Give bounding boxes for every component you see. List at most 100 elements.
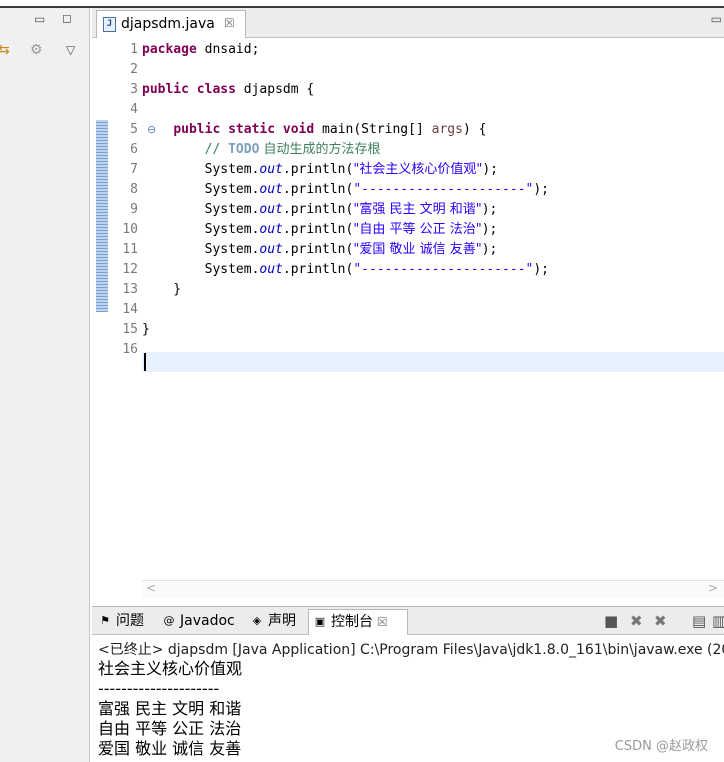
left-view-panel: ▭ ◻ ⇆ ⚙ ▽ — [0, 8, 90, 762]
code-line[interactable]: System.out.println("爱国 敬业 诚信 友善"); — [142, 240, 498, 260]
link-editor-icon[interactable]: ⇆ — [0, 42, 10, 58]
remove-all-icon[interactable]: ✖ — [654, 613, 667, 629]
code-token: ); — [481, 202, 498, 217]
current-line-highlight — [142, 352, 724, 372]
code-line[interactable]: System.out.println("社会主义核心价值观"); — [142, 160, 498, 180]
tab-djapsdm-java[interactable]: J djapsdm.java ☒ — [96, 10, 246, 38]
maximize-icon[interactable]: ◻ — [62, 11, 72, 25]
code-token: "富强 民主 文明 和谐" — [353, 202, 482, 217]
line-number: 4 — [130, 102, 138, 117]
java-editor: J djapsdm.java ☒ ▭ 1 2 3 4 5 6 7 8 9 10 11 12 13 14 15… — [92, 8, 724, 602]
scroll-lock-icon[interactable]: ▥ — [712, 613, 724, 629]
line-number: 6 — [130, 142, 138, 157]
code-line[interactable]: // TODO 自动生成的方法存根 — [142, 140, 381, 160]
code-token: System. — [142, 202, 260, 217]
code-token: djapsdm { — [235, 82, 315, 97]
code-token: .println( — [282, 262, 354, 277]
minimize-icon[interactable]: ▭ — [34, 12, 45, 26]
console-output-line: 自由 平等 公正 法治 — [98, 719, 242, 738]
panel-tab-label: 控制台 — [331, 614, 373, 630]
panel-tab-label: 声明 — [268, 613, 296, 629]
code-token: out — [259, 222, 283, 237]
close-icon[interactable]: ☒ — [224, 16, 235, 30]
code-token: out — [259, 242, 283, 257]
panel-tab[interactable]: @ Javadoc — [158, 609, 242, 635]
text-caret — [144, 353, 146, 371]
code-token: out — [259, 262, 283, 277]
console-output-line: 社会主义核心价值观 — [98, 659, 243, 678]
code-token: System. — [142, 162, 260, 177]
code-token: .println( — [282, 162, 354, 177]
filter-icon[interactable]: ⚙ — [30, 42, 43, 58]
code-token: .println( — [282, 202, 354, 217]
line-number: 8 — [130, 182, 138, 197]
change-marker[interactable] — [96, 120, 108, 312]
code-line[interactable]: public static void main(String[] args) { — [142, 120, 486, 140]
panel-tab[interactable]: ▣ 控制台 ☒ — [308, 609, 408, 635]
panel-tab[interactable]: ⚑ 问题 — [94, 609, 154, 635]
line-number: 12 — [122, 262, 138, 277]
line-number: 9 — [130, 202, 138, 217]
code-token: out — [259, 202, 283, 217]
code-line[interactable]: System.out.println("--------------------… — [142, 260, 549, 280]
scroll-left-icon[interactable]: < — [146, 581, 156, 595]
line-number-gutter: 1 2 3 4 5 6 7 8 9 10 11 12 13 14 15 16 ⊖ — [110, 38, 156, 586]
code-token: ); — [481, 242, 498, 257]
line-number: 14 — [122, 302, 138, 317]
code-token: 自动生成的方法存根 — [259, 142, 381, 157]
code-line[interactable]: public class djapsdm { — [142, 80, 314, 100]
console-icon: ▣ — [314, 615, 326, 628]
code-line[interactable]: } — [142, 280, 181, 300]
stop-icon[interactable]: ■ — [604, 613, 618, 629]
view-menu-icon[interactable]: ▽ — [66, 43, 75, 57]
code-token: ); — [533, 182, 550, 197]
line-number: 11 — [122, 242, 138, 257]
code-token: System. — [142, 182, 260, 197]
at-icon: @ — [163, 614, 175, 627]
minimize-icon[interactable]: ▭ — [711, 12, 722, 26]
problems-icon: ⚑ — [100, 614, 110, 627]
code-token: System. — [142, 222, 260, 237]
remove-launch-icon[interactable]: ✖ — [630, 613, 643, 629]
horizontal-scrollbar[interactable]: < > — [142, 580, 724, 598]
code-token: main(String[] — [314, 122, 432, 137]
code-token: dnsaid; — [196, 42, 260, 57]
code-token: ); — [533, 262, 550, 277]
code-token: void — [282, 122, 315, 137]
code-token: .println( — [282, 182, 354, 197]
line-number: 5 — [130, 122, 138, 137]
watermark: CSDN @赵政权 — [614, 739, 708, 754]
scroll-right-icon[interactable]: > — [708, 581, 718, 595]
code-area[interactable]: package dnsaid; public class djapsdm { pu… — [142, 38, 724, 586]
code-line[interactable]: System.out.println("--------------------… — [142, 180, 549, 200]
code-line[interactable]: } — [142, 320, 150, 340]
panel-tab-bar: ■ ✖ ✖ ▤ ▥ ⚑ 问题 @ Javadoc ◈ 声明 ▣ 控制台 ☒ — [92, 607, 724, 635]
declaration-icon: ◈ — [252, 614, 262, 627]
line-number: 2 — [130, 62, 138, 77]
code-token: out — [259, 182, 283, 197]
clear-console-icon[interactable]: ▤ — [692, 613, 706, 629]
code-line[interactable]: package dnsaid; — [142, 40, 259, 60]
line-number: 15 — [122, 322, 138, 337]
code-line[interactable]: System.out.println("自由 平等 公正 法治"); — [142, 220, 498, 240]
console-output-line: --------------------- — [98, 679, 220, 698]
code-token: "---------------------" — [353, 262, 534, 277]
code-token: } — [142, 282, 182, 297]
code-token: System. — [142, 242, 260, 257]
panel-tab[interactable]: ◈ 声明 — [246, 609, 304, 635]
panel-tab-label: 问题 — [116, 613, 144, 629]
code-token: public — [173, 122, 221, 137]
code-token: package — [142, 42, 197, 57]
code-line[interactable]: System.out.println("富强 民主 文明 和谐"); — [142, 200, 498, 220]
panel-tab-label: Javadoc — [180, 613, 235, 629]
code-token: .println( — [282, 222, 354, 237]
code-token: args — [431, 122, 463, 137]
tab-label: djapsdm.java — [121, 16, 215, 32]
console-output-line: 爱国 敬业 诚信 友善 — [98, 739, 242, 758]
code-token: "爱国 敬业 诚信 友善" — [353, 242, 482, 257]
close-icon[interactable]: ☒ — [373, 615, 388, 629]
